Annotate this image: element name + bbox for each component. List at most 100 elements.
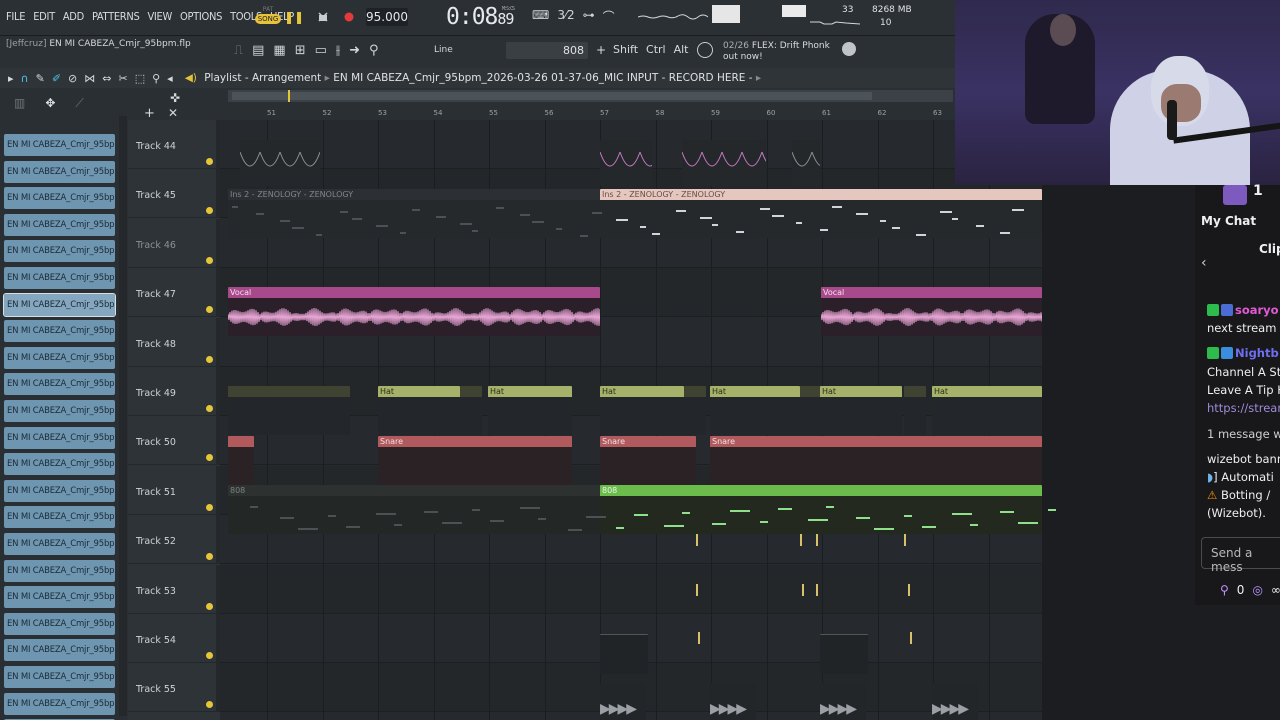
- menu-view[interactable]: VIEW: [147, 10, 172, 23]
- options-arrow-icon[interactable]: ▸: [8, 72, 14, 85]
- picker-grid-icon[interactable]: ▥: [14, 96, 25, 110]
- clip-hat[interactable]: [684, 386, 706, 435]
- ctrl-key[interactable]: Ctrl: [646, 43, 666, 56]
- picker-clip-item[interactable]: EN MI CABEZA_Cmjr_95bp...: [4, 134, 115, 156]
- picker-clip-item[interactable]: EN MI CABEZA_Cmjr_95bp...: [4, 213, 115, 236]
- mute-icon[interactable]: ⋈: [84, 72, 95, 85]
- track-enable-led[interactable]: [206, 207, 213, 215]
- track-enable-led[interactable]: [206, 602, 213, 610]
- track-enable-led[interactable]: [206, 553, 213, 561]
- pattern-clip-small[interactable]: [600, 634, 648, 674]
- pattern-clip-arrows[interactable]: ▶▶▶▶: [932, 683, 978, 720]
- picker-scrollbar[interactable]: [119, 116, 127, 716]
- track-header[interactable]: Track 46: [128, 218, 220, 268]
- picker-clip-item[interactable]: EN MI CABEZA_Cmjr_95bp...: [4, 267, 115, 289]
- magnet-icon[interactable]: ∩: [21, 72, 29, 85]
- chat-user[interactable]: Nightb: [1235, 346, 1279, 360]
- picker-clip-item[interactable]: EN MI CABEZA_Cmjr_95bp...: [4, 479, 115, 502]
- menu-patterns[interactable]: PATTERNS: [92, 10, 140, 23]
- clip-hat[interactable]: Hat: [378, 386, 460, 435]
- chat-link[interactable]: https://stream: [1207, 401, 1280, 415]
- wait-input-icon[interactable]: ⊶: [583, 8, 595, 25]
- picker-clip-item[interactable]: EN MI CABEZA_Cmjr_95bp...: [4, 559, 115, 582]
- picker-clip-item[interactable]: EN MI CABEZA_Cmjr_95bp...: [4, 586, 115, 609]
- arrow-icon[interactable]: ➜: [349, 43, 360, 58]
- slice-icon[interactable]: ✂: [118, 72, 127, 85]
- clip-hat[interactable]: Hat: [600, 386, 684, 435]
- channel-rack-icon[interactable]: ▦: [273, 43, 285, 58]
- picker-clip-item[interactable]: EN MI CABEZA_Cmjr_95bp...: [4, 373, 115, 396]
- picker-clip-item[interactable]: EN MI CABEZA_Cmjr_95bp...: [4, 160, 115, 183]
- pattern-clip[interactable]: [792, 140, 820, 186]
- clip-snare[interactable]: Snare: [710, 436, 1042, 485]
- alt-key[interactable]: Alt: [674, 43, 689, 56]
- picker-clip-item[interactable]: EN MI CABEZA_Cmjr_95bp...: [3, 292, 116, 317]
- clip-vocal-b[interactable]: Vocal: [821, 287, 1042, 336]
- picker-clip-item[interactable]: EN MI CABEZA_Cmjr_95bp...: [4, 533, 115, 555]
- pattern-clip[interactable]: [600, 140, 652, 186]
- pattern-clip-small[interactable]: [820, 634, 868, 674]
- horizontal-scrollbar[interactable]: [228, 90, 953, 102]
- draw-icon[interactable]: ✎: [36, 72, 45, 85]
- track-enable-led[interactable]: [206, 306, 213, 314]
- picker-clip-item[interactable]: EN MI CABEZA_Cmjr_95bp...: [4, 320, 115, 343]
- menu-edit[interactable]: EDIT: [33, 10, 55, 23]
- track-enable-led[interactable]: [206, 652, 213, 659]
- picker-clip-item[interactable]: EN MI CABEZA_Cmjr_95bp...: [4, 453, 115, 476]
- picker-clip-item[interactable]: EN MI CABEZA_Cmjr_95bp...: [4, 506, 115, 529]
- snap-mode[interactable]: Line: [434, 45, 453, 55]
- delete-icon[interactable]: ⊘: [68, 72, 77, 85]
- channel-points-icon[interactable]: ⚲: [1220, 583, 1229, 597]
- clip-hat[interactable]: Hat: [820, 386, 902, 435]
- playhead-marker[interactable]: [288, 90, 290, 102]
- track-header[interactable]: Track 49: [128, 367, 220, 416]
- clip-hat[interactable]: [800, 386, 822, 435]
- undo-icon[interactable]: ⎍: [234, 43, 243, 58]
- track-enable-led[interactable]: [206, 256, 213, 264]
- picker-brush-icon[interactable]: ⟋: [75, 96, 83, 111]
- pattern-clip[interactable]: [240, 140, 320, 186]
- clip-snare[interactable]: Snare: [378, 436, 572, 485]
- chat-user[interactable]: soaryo: [1235, 303, 1279, 317]
- metronome-icon[interactable]: ⌒: [603, 8, 615, 25]
- pattern-clip[interactable]: [682, 140, 766, 186]
- shift-key[interactable]: Shift: [613, 43, 638, 56]
- record-icon[interactable]: [341, 9, 357, 25]
- back-chevron-icon[interactable]: ‹: [1201, 255, 1207, 271]
- browser-icon[interactable]: ▭: [315, 43, 327, 58]
- track-enable-led[interactable]: [206, 454, 213, 462]
- stop-icon[interactable]: [315, 9, 331, 25]
- menu-options[interactable]: OPTIONS: [180, 10, 222, 23]
- select-icon[interactable]: ⬚: [135, 72, 145, 85]
- paint-icon[interactable]: ✐: [52, 72, 61, 85]
- plugin-icon[interactable]: ⫲: [336, 43, 340, 58]
- mixer-icon[interactable]: ▤: [252, 43, 264, 58]
- menu-add[interactable]: ADD: [63, 10, 84, 23]
- track-header[interactable]: Track 53: [128, 564, 220, 614]
- track-enable-led[interactable]: [206, 355, 213, 363]
- playback-icon[interactable]: ◂: [167, 72, 173, 85]
- clip-snare[interactable]: Snare: [600, 436, 696, 485]
- menu-file[interactable]: FILE: [6, 10, 25, 23]
- clip-vocal-a[interactable]: Vocal: [228, 287, 600, 336]
- picker-clip-item[interactable]: EN MI CABEZA_Cmjr_95bp...: [4, 426, 115, 449]
- add-pattern-button[interactable]: +: [596, 43, 606, 57]
- track-enable-led[interactable]: [206, 701, 213, 709]
- picker-clip-item[interactable]: EN MI CABEZA_Cmjr_95bp...: [4, 639, 115, 662]
- clip-hat[interactable]: [228, 386, 350, 435]
- track-header[interactable]: Track 47: [128, 268, 220, 318]
- typing-keyboard-icon[interactable]: ⌨: [532, 8, 549, 25]
- timeline-ruler[interactable]: ✜ + ✕ 51 52 53 54 55 56 57 58 59 60 61 62 63: [128, 88, 955, 121]
- track-enable-led[interactable]: [206, 405, 213, 412]
- clip-snare[interactable]: [228, 436, 254, 485]
- drops-icon[interactable]: ◎: [1252, 583, 1262, 597]
- pattern-clip-arrows[interactable]: ▶▶▶▶: [820, 683, 866, 720]
- picker-clip-item[interactable]: EN MI CABEZA_Cmjr_95bp...: [4, 187, 115, 210]
- picker-clip-item[interactable]: EN MI CABEZA_Cmjr_95bp...: [4, 612, 115, 635]
- track-header[interactable]: Track 48: [128, 317, 220, 367]
- pattern-selector[interactable]: 808: [506, 42, 588, 59]
- play-pause-icon[interactable]: ❚❚: [284, 9, 304, 25]
- picker-move-icon[interactable]: ✥: [45, 96, 55, 110]
- track-header[interactable]: Track 45: [128, 169, 220, 219]
- cloud-icon[interactable]: [842, 42, 856, 56]
